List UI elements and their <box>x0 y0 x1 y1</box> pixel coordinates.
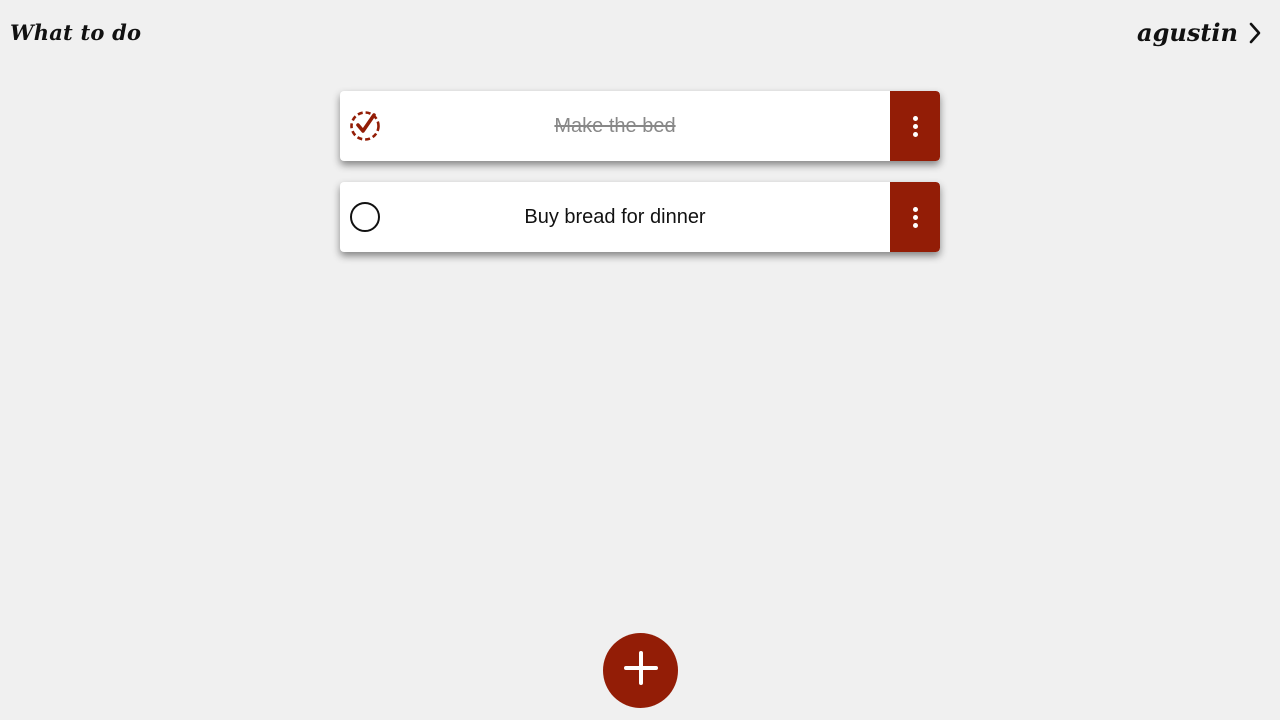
menu-dot <box>912 222 918 228</box>
todo-item: Make the bed <box>340 91 940 161</box>
app-root: What to do agustin Make the bed Buy brea… <box>0 0 1280 720</box>
plus-icon <box>623 651 658 690</box>
menu-dot <box>912 123 918 129</box>
menu-dot <box>912 115 918 121</box>
menu-dot <box>912 131 918 137</box>
todo-text[interactable]: Buy bread for dinner <box>340 206 940 229</box>
app-title: What to do <box>10 20 142 45</box>
chevron-right-icon <box>1248 21 1264 45</box>
todo-item: Buy bread for dinner <box>340 182 940 252</box>
todo-text[interactable]: Make the bed <box>340 115 940 138</box>
more-vertical-icon[interactable] <box>890 91 940 161</box>
user-menu-button[interactable]: agustin <box>1137 18 1264 47</box>
add-todo-button[interactable] <box>603 633 678 708</box>
checked-circle-icon[interactable] <box>349 110 381 142</box>
more-vertical-icon[interactable] <box>890 182 940 252</box>
menu-dot <box>912 214 918 220</box>
menu-dot <box>912 206 918 212</box>
username-label: agustin <box>1137 18 1238 47</box>
todo-list: Make the bed Buy bread for dinner <box>340 91 940 273</box>
empty-circle-icon[interactable] <box>349 201 381 233</box>
